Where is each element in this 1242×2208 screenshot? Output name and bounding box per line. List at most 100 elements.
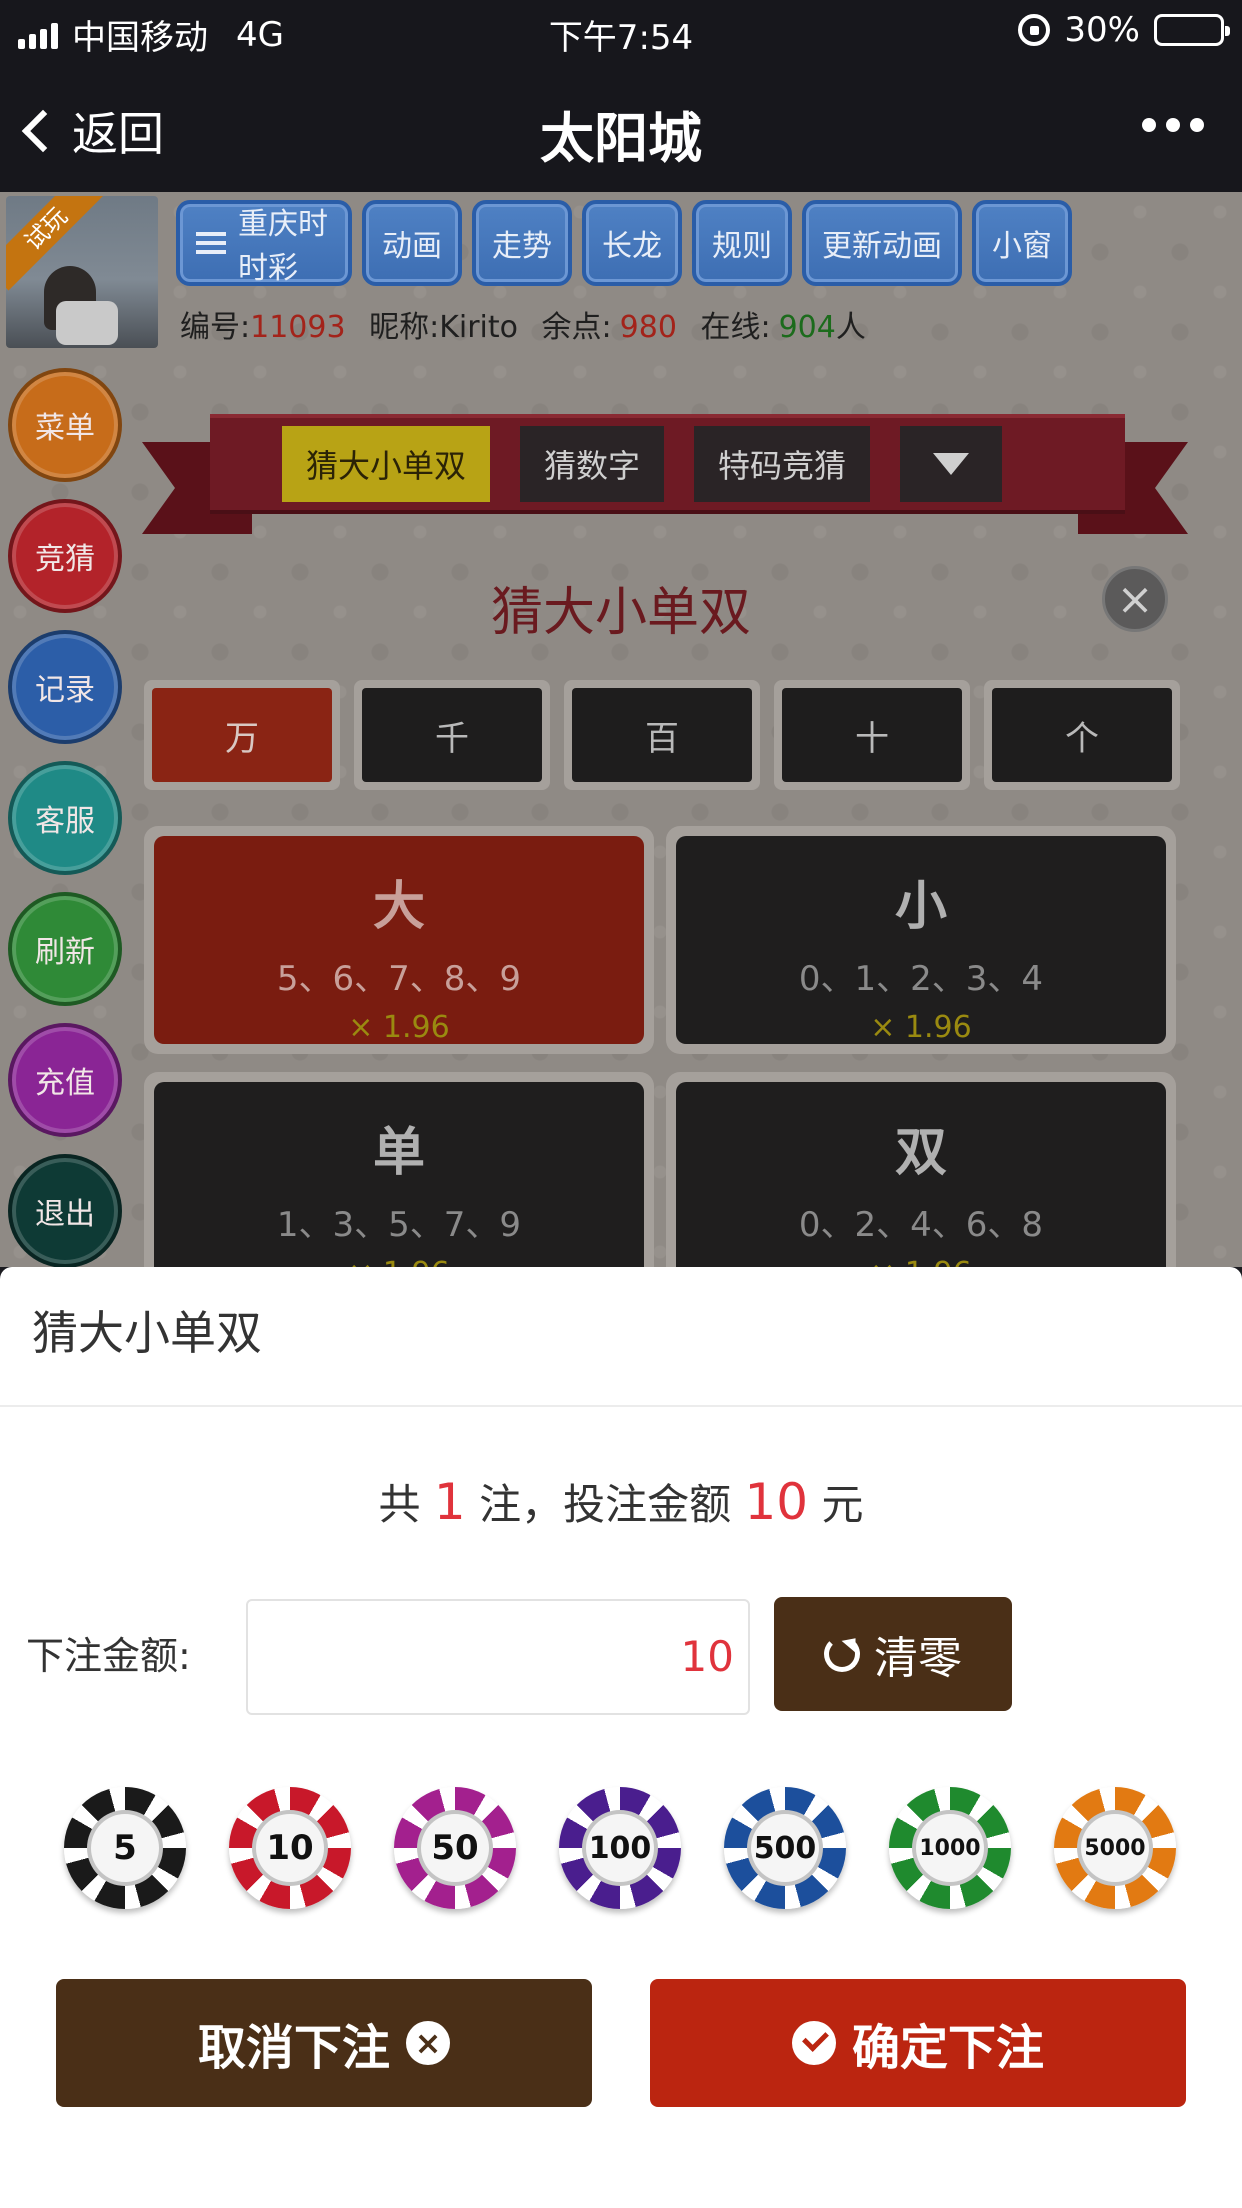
bet-card: 小 0、1、2、3、4 × 1.96: [676, 836, 1166, 1045]
clear-label: 清零: [874, 1633, 962, 1684]
points-label: 余点:: [541, 310, 612, 345]
side-menu: 菜单 竞猜 记录 客服 刷新 充值 退出: [8, 368, 122, 1267]
bet-numbers: 0、1、2、3、4: [798, 959, 1044, 999]
digit-label: 十: [782, 688, 962, 782]
chip-value: 10: [252, 1810, 328, 1886]
digit-ones[interactable]: 个: [984, 680, 1180, 790]
digit-label: 千: [362, 688, 542, 782]
summary-suffix: 元: [821, 1480, 864, 1529]
digit-thousands[interactable]: 千: [354, 680, 550, 790]
avatar[interactable]: 试玩: [6, 196, 158, 348]
mode-tabs: 猜大小单双 猜数字 特码竞猜: [282, 426, 1003, 502]
online-label: 在线:: [700, 310, 771, 345]
bet-odds: × 1.96: [870, 1010, 972, 1045]
chip-100[interactable]: 100: [559, 1787, 681, 1909]
mode-dropdown-button[interactable]: [900, 426, 1003, 502]
digit-label: 万: [152, 688, 332, 782]
chip-10[interactable]: 10: [229, 1787, 351, 1909]
bet-even[interactable]: 双 0、2、4、6、8 × 1.96: [666, 1072, 1176, 1267]
chip-value: 50: [417, 1810, 493, 1886]
bet-numbers: 1、3、5、7、9: [276, 1205, 522, 1245]
nav-bar: 返回 太阳城: [0, 62, 1242, 192]
chip-500[interactable]: 500: [724, 1787, 846, 1909]
refresh-icon: [824, 1636, 860, 1672]
support-button[interactable]: 客服: [8, 761, 122, 875]
records-button[interactable]: 记录: [8, 630, 122, 744]
confirm-bet-button[interactable]: 确定下注: [650, 1979, 1186, 2107]
page-title: 太阳城: [540, 107, 702, 170]
list-icon: [196, 232, 226, 254]
long-dragon-button[interactable]: 长龙: [582, 200, 682, 286]
user-info: 编号:11093 昵称:Kirito 余点: 980 在线: 904人: [180, 302, 866, 346]
lottery-select-button[interactable]: 重庆时时彩: [176, 200, 352, 286]
digit-label: 百: [572, 688, 752, 782]
sheet-title: 猜大小单双: [32, 1306, 262, 1360]
battery-percent: 30%: [1064, 10, 1140, 50]
chip-5[interactable]: 5: [64, 1787, 186, 1909]
chip-value: 500: [747, 1810, 823, 1886]
bet-name: 大: [372, 877, 425, 937]
chip-value: 100: [582, 1810, 658, 1886]
close-circle-icon: ×: [406, 2021, 450, 2065]
chip-50[interactable]: 50: [394, 1787, 516, 1909]
bet-odds: × 1.96: [348, 1010, 450, 1045]
user-id: 11093: [250, 310, 346, 345]
bet-odds: × 1.96: [676, 1256, 1166, 1267]
animation-button[interactable]: 动画: [362, 200, 462, 286]
cancel-bet-button[interactable]: 取消下注 ×: [56, 1979, 592, 2107]
bet-odd[interactable]: 单 1、3、5、7、9 × 1.96: [144, 1072, 654, 1267]
clear-button[interactable]: 清零: [774, 1597, 1012, 1711]
bet-summary: 共 1 注，投注金额 10 元: [0, 1471, 1242, 1532]
bet-card: 双 0、2、4、6、8 × 1.96: [676, 1082, 1166, 1267]
digit-hundreds[interactable]: 百: [564, 680, 760, 790]
rules-button[interactable]: 规则: [692, 200, 792, 286]
amount-input[interactable]: 10: [246, 1599, 750, 1715]
avatar-figure-shirt: [56, 301, 118, 345]
mini-window-button[interactable]: 小窗: [972, 200, 1072, 286]
chip-value: 5000: [1077, 1810, 1153, 1886]
bet-name: 双: [894, 1123, 947, 1183]
bet-big[interactable]: 大 5、6、7、8、9 × 1.96: [144, 826, 654, 1054]
section-title: 猜大小单双: [490, 583, 751, 643]
nickname: Kirito: [439, 310, 518, 345]
game-area: 试玩 重庆时时彩 动画 走势 长龙 规则 更新动画 小窗 编号:11093 昵称…: [0, 192, 1242, 1267]
bet-card: 大 5、6、7、8、9 × 1.96: [154, 836, 644, 1045]
top-button-bar: 重庆时时彩 动画 走势 长龙 规则 更新动画 小窗: [176, 200, 1072, 286]
digit-ten-thousands[interactable]: 万: [144, 680, 340, 790]
exit-button[interactable]: 退出: [8, 1154, 122, 1267]
rotation-lock-icon: [1018, 14, 1051, 46]
update-animation-button[interactable]: 更新动画: [802, 200, 962, 286]
online-unit: 人: [835, 310, 866, 345]
chip-1000[interactable]: 1000: [889, 1787, 1011, 1909]
tab-guess-number[interactable]: 猜数字: [520, 426, 665, 502]
bet-card: 单 1、3、5、7、9 × 1.96: [154, 1082, 644, 1267]
lottery-select-label: 重庆时时彩: [238, 207, 328, 286]
trend-button[interactable]: 走势: [472, 200, 572, 286]
summary-middle: 注，投注金额: [479, 1480, 732, 1529]
caret-down-icon: [933, 453, 970, 475]
tab-special-code[interactable]: 特码竞猜: [694, 426, 871, 502]
chip-value: 5: [87, 1810, 163, 1886]
menu-button[interactable]: 菜单: [8, 368, 122, 482]
more-dot-icon: [1142, 118, 1156, 132]
status-bar: 中国移动 4G 下午7:54 30%: [0, 0, 1242, 62]
bet-small[interactable]: 小 0、1、2、3、4 × 1.96: [666, 826, 1176, 1054]
chip-value: 1000: [912, 1810, 988, 1886]
status-right: 30%: [1018, 10, 1230, 50]
chip-5000[interactable]: 5000: [1054, 1787, 1176, 1909]
recharge-button[interactable]: 充值: [8, 1023, 122, 1137]
more-dot-icon: [1190, 118, 1204, 132]
amount-label: 下注金额:: [26, 1634, 191, 1678]
digit-label: 个: [992, 688, 1172, 782]
bet-numbers: 0、2、4、6、8: [798, 1205, 1044, 1245]
more-menu-button[interactable]: [1142, 118, 1204, 132]
more-dot-icon: [1166, 118, 1180, 132]
close-icon[interactable]: ×: [1102, 566, 1168, 632]
bet-confirm-sheet: 猜大小单双 共 1 注，投注金额 10 元 下注金额: 10 清零 5 10 50 1…: [0, 1267, 1242, 2208]
refresh-button[interactable]: 刷新: [8, 892, 122, 1006]
check-circle-icon: [791, 2021, 836, 2065]
bet-numbers: 5、6、7、8、9: [276, 959, 522, 999]
tab-big-small-odd-even[interactable]: 猜大小单双: [282, 426, 491, 502]
digit-tens[interactable]: 十: [774, 680, 970, 790]
battery-icon: [1154, 14, 1230, 46]
